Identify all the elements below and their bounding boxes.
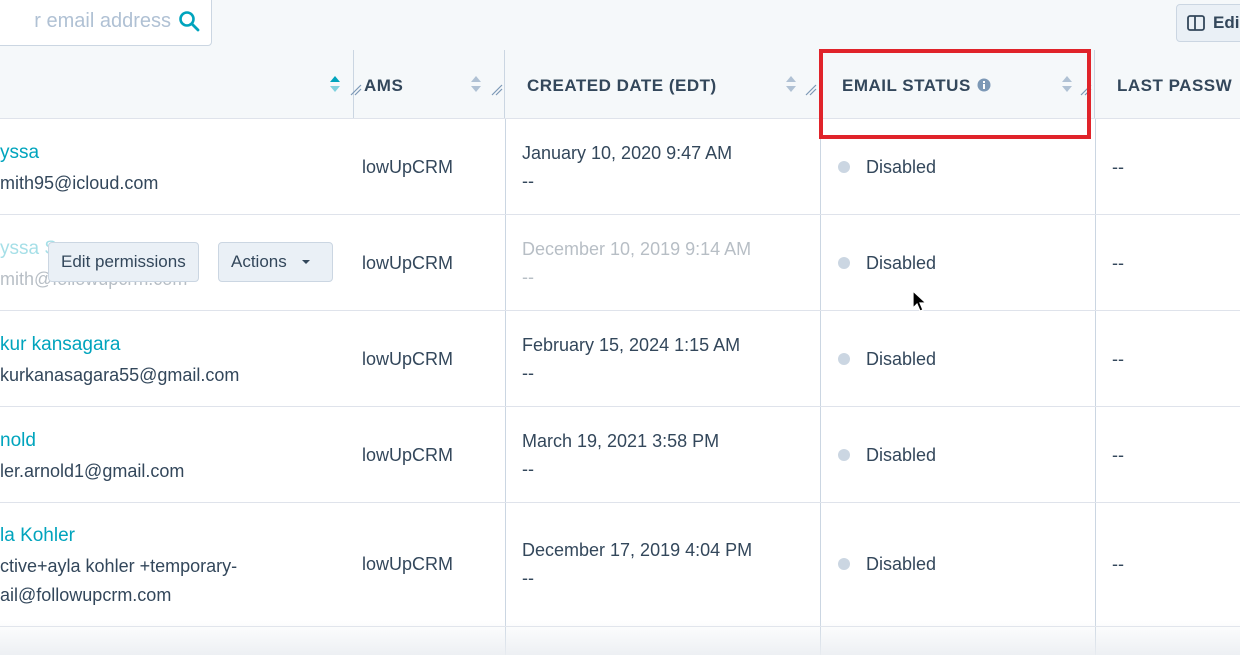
user-team: lowUpCRM (362, 554, 454, 574)
mouse-cursor-icon (912, 290, 928, 312)
scroll-fade (0, 620, 1240, 655)
status-dot (838, 449, 850, 461)
table-row[interactable]: la Kohler ctive+ayla kohler +temporary- … (0, 503, 1240, 627)
sort-icon[interactable] (469, 74, 483, 94)
users-table-page: Edi AMS CREAT (0, 0, 1240, 655)
sort-icon[interactable] (784, 74, 798, 94)
last-password: -- (1112, 554, 1124, 574)
column-header-last-password[interactable]: LAST PASSW (1095, 50, 1240, 118)
user-email: kurkanasagara55@gmail.com (0, 365, 240, 385)
created-date-sub: -- (522, 363, 534, 383)
status-dot (838, 161, 850, 173)
created-date: December 10, 2019 9:14 AM (522, 239, 752, 259)
search-input[interactable] (0, 0, 171, 45)
edit-columns-label: Edi (1213, 13, 1240, 32)
created-date: February 15, 2024 1:15 AM (522, 335, 741, 355)
column-header-created-date[interactable]: CREATED DATE (EDT) (505, 50, 820, 118)
user-name-link[interactable]: nold (0, 430, 36, 452)
info-icon[interactable] (977, 78, 991, 92)
table-row[interactable]: kur kansagara kurkanasagara55@gmail.com … (0, 311, 1240, 407)
last-password: -- (1112, 157, 1124, 177)
column-resize-handle[interactable] (491, 84, 503, 96)
user-email-continued: ail@followupcrm.com (0, 585, 172, 605)
last-password: -- (1112, 253, 1124, 273)
edit-permissions-button[interactable]: Edit permissions (48, 242, 199, 282)
user-team: lowUpCRM (362, 349, 454, 369)
sort-icon[interactable] (1060, 74, 1074, 94)
user-team: lowUpCRM (362, 157, 454, 177)
user-name-link[interactable]: la Kohler (0, 525, 75, 547)
created-date-sub: -- (522, 267, 534, 287)
search-icon[interactable] (177, 9, 201, 33)
created-date-sub: -- (522, 459, 534, 479)
user-name-link[interactable]: yssa (0, 142, 39, 164)
sort-icon-active[interactable] (328, 74, 342, 94)
table-toolbar: Edi (0, 0, 1240, 51)
created-date: December 17, 2019 4:04 PM (522, 540, 753, 560)
column-header-teams[interactable]: AMS (354, 50, 505, 118)
search-box (0, 0, 212, 46)
user-name-link[interactable]: kur kansagara (0, 334, 120, 356)
table-row[interactable]: yssa S mith@followupcrm.com Edit permiss… (0, 215, 1240, 311)
column-header-name[interactable] (0, 50, 362, 118)
caret-down-icon (301, 260, 310, 264)
user-email: ctive+ayla kohler +temporary- (0, 556, 238, 576)
table-header: AMS CREATED DATE (EDT) EMAIL STATUS LAST… (0, 50, 1240, 120)
user-email: mith95@icloud.com (0, 173, 159, 193)
user-team: lowUpCRM (362, 253, 454, 273)
email-status: Disabled (866, 349, 937, 369)
email-status: Disabled (866, 554, 937, 574)
actions-dropdown-button[interactable]: Actions (218, 242, 333, 282)
column-header-email-status[interactable]: EMAIL STATUS (820, 50, 1095, 118)
email-status: Disabled (866, 157, 937, 177)
edit-columns-button[interactable]: Edi (1176, 4, 1240, 42)
table-row[interactable]: nold ler.arnold1@gmail.com lowUpCRM Marc… (0, 407, 1240, 503)
user-email: ler.arnold1@gmail.com (0, 461, 185, 481)
created-date: March 19, 2021 3:58 PM (522, 431, 720, 451)
email-status: Disabled (866, 253, 937, 273)
status-dot (838, 257, 850, 269)
created-date-sub: -- (522, 568, 534, 588)
created-date-sub: -- (522, 171, 534, 191)
last-password: -- (1112, 349, 1124, 369)
column-resize-handle[interactable] (805, 84, 817, 96)
columns-icon (1187, 15, 1205, 31)
email-status: Disabled (866, 445, 937, 465)
user-team: lowUpCRM (362, 445, 454, 465)
created-date: January 10, 2020 9:47 AM (522, 143, 733, 163)
status-dot (838, 558, 850, 570)
table-row[interactable]: yssa mith95@icloud.com lowUpCRM January … (0, 119, 1240, 215)
last-password: -- (1112, 445, 1124, 465)
status-dot (838, 353, 850, 365)
column-resize-handle[interactable] (1080, 84, 1092, 96)
